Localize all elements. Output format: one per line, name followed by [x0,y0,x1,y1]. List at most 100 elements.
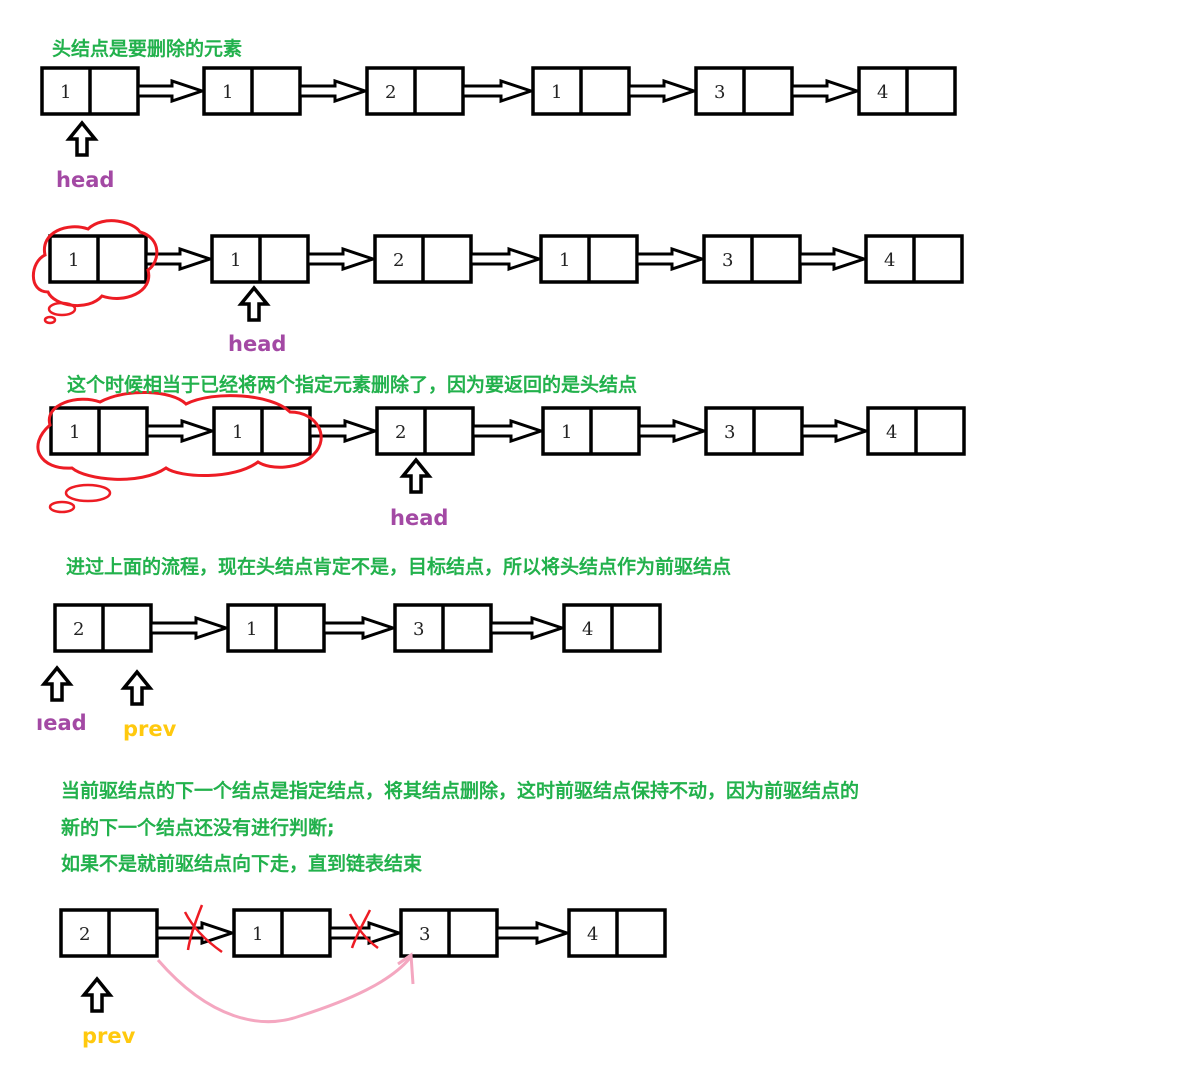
new-link-arrow [156,957,412,1024]
arrow-shape [306,246,378,272]
head-label: head [228,332,286,356]
node-value: 1 [60,82,71,103]
node-value: 4 [582,619,593,640]
list-node: 1 [541,406,641,456]
node-value: 1 [561,422,572,443]
arrow-shape [322,615,398,641]
caption-head-as-prev: 进过上面的流程，现在头结点肯定不是，目标结点，所以将头结点作为前驱结点 [66,556,732,578]
next-arrow [495,920,572,946]
caption-not-checked: 新的下一个结点还没有进行判断; [61,817,335,839]
node-value: 3 [714,82,725,103]
list-node: 3 [393,603,493,653]
arrow-shape [471,418,546,444]
next-arrow [322,615,398,641]
list-node: 1 [232,908,332,958]
prev-pointer-arrow [120,669,154,706]
node-value: 4 [886,422,897,443]
next-arrow [328,920,404,946]
caption-delete-head: 头结点是要删除的元素 [52,38,243,60]
list-node: 1 [202,66,302,116]
node-value: 1 [246,619,257,640]
next-arrow [149,615,231,641]
list-node: 3 [694,66,794,116]
next-arrow [637,418,709,444]
head-pointer-arrow [65,120,99,157]
list-node: 3 [704,406,804,456]
head-label: head [390,506,448,530]
node-value: 2 [395,422,406,443]
list-node: 1 [48,234,148,284]
list-node: 1 [531,66,631,116]
arrow-shape [637,418,709,444]
node-value: 1 [551,82,562,103]
head-label: ıead [36,711,87,735]
arrow-shape [328,920,404,946]
arrow-shape [489,615,567,641]
arrow-shape [635,246,707,272]
node-value: 3 [419,924,430,945]
arrow-shape [798,246,869,272]
list-node: 1 [49,406,149,456]
next-arrow [461,78,536,104]
arrow-shape [790,78,862,104]
list-node: 2 [373,234,473,284]
list-node: 3 [399,908,499,958]
deleted-mark-bubble [64,483,112,503]
next-arrow [800,418,871,444]
node-value: 4 [884,250,895,271]
deleted-mark-bubble [47,301,77,317]
list-node: 1 [539,234,639,284]
head-pointer-arrow [399,457,433,494]
list-node: 4 [567,908,667,958]
next-arrow [489,615,567,641]
caption-move-prev: 如果不是就前驱结点向下走，直到链表结束 [61,853,423,875]
head-label: head [56,168,114,192]
list-node: 1 [226,603,326,653]
head-pointer-arrow [40,665,74,702]
list-node: 4 [857,66,957,116]
next-arrow [298,78,370,104]
next-arrow [798,246,869,272]
arrow-shape [495,920,572,946]
head-pointer-arrow [237,285,271,322]
linked-list-diagram: 1 1 2 1 3 4 1 1 2 1 3 4 1 1 2 1 3 4 2 1 3 4 2 1 3 4 head head head ıe… [31,66,966,1048]
list-node: 1 [212,406,312,456]
arrow-shape [136,78,207,104]
next-arrow [471,418,546,444]
next-arrow [145,418,217,444]
node-value: 1 [252,924,263,945]
arrow-shape [149,615,231,641]
list-node: 2 [59,908,159,958]
node-value: 3 [724,422,735,443]
next-arrow [306,246,378,272]
list-node: 1 [40,66,140,116]
next-arrow [790,78,862,104]
arrow-shape [461,78,536,104]
node-value: 1 [222,82,233,103]
deleted-mark-bubble [48,500,76,514]
list-node: 3 [702,234,802,284]
node-value: 1 [230,250,241,271]
arrow-shape [627,78,699,104]
arrow-shape [469,246,544,272]
prev-pointer-arrow [80,976,114,1013]
caption-remove-next: 当前驱结点的下一个结点是指定结点，将其结点删除，这时前驱结点保持不动，因为前驱结… [61,780,860,802]
prev-label: prev [82,1024,136,1048]
deleted-mark-bubble [43,315,57,325]
list-node: 2 [53,603,153,653]
node-value: 2 [393,250,404,271]
next-arrow [635,246,707,272]
node-value: 2 [385,82,396,103]
node-value: 3 [413,619,424,640]
next-arrow [469,246,544,272]
node-value: 2 [79,924,90,945]
next-arrow [136,78,207,104]
list-node: 4 [864,234,964,284]
node-value: 1 [232,422,243,443]
caption-two-removed: 这个时候相当于已经将两个指定元素删除了，因为要返回的是头结点 [67,374,638,396]
list-node: 2 [365,66,465,116]
prev-label: prev [123,717,177,741]
node-value: 4 [587,924,598,945]
list-node: 4 [562,603,662,653]
next-arrow [627,78,699,104]
